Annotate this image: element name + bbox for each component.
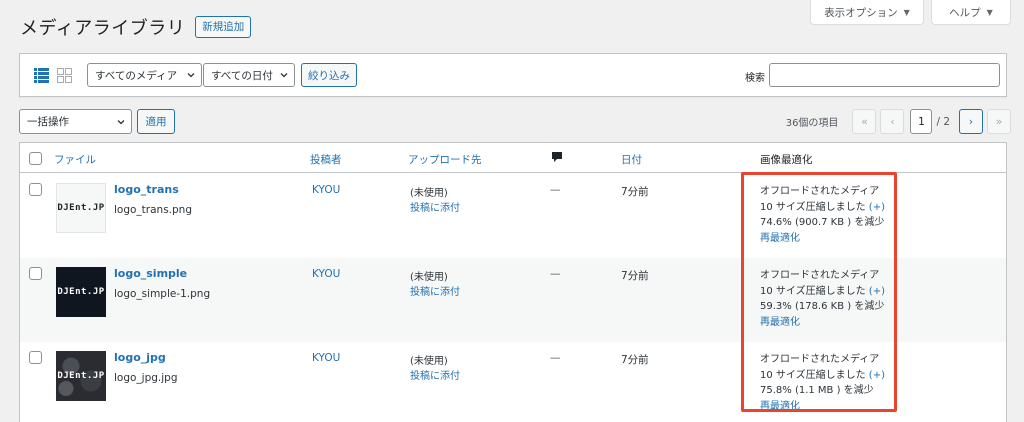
thumbnail-image[interactable]: DJEnt.JP xyxy=(56,351,106,401)
media-title-link[interactable]: logo_simple xyxy=(114,267,187,280)
savings-summary: 75.8% (1.1 MB ) を減少 xyxy=(760,385,874,396)
comment-count: — xyxy=(550,184,561,196)
offload-status: オフロードされたメディア xyxy=(760,270,880,281)
savings-summary: 59.3% (178.6 KB ) を減少 xyxy=(760,301,885,312)
screen-options-label: 表示オプション xyxy=(824,6,898,19)
search-input[interactable] xyxy=(769,63,1000,87)
bulk-action-select[interactable]: 一括操作 xyxy=(19,109,132,134)
media-filter-bar: すべてのメディア すべての日付 絞り込み 検索 xyxy=(19,53,1007,97)
author-link[interactable]: KYOU xyxy=(312,184,340,196)
offload-status: オフロードされたメディア xyxy=(760,186,880,197)
column-author[interactable]: 投稿者 xyxy=(310,152,342,167)
row-checkbox[interactable] xyxy=(29,351,42,364)
optimization-info: オフロードされたメディア 10 サイズ圧縮しました (+) 59.3% (178… xyxy=(760,268,920,330)
caret-down-icon: ▼ xyxy=(903,7,910,17)
date-select[interactable]: すべての日付 xyxy=(203,63,295,87)
savings-summary: 74.6% (900.7 KB ) を減少 xyxy=(760,217,885,228)
items-count: 36個の項目 xyxy=(785,118,839,129)
thumbnail-image[interactable]: DJEnt.JP xyxy=(56,267,106,317)
comment-icon[interactable] xyxy=(551,151,563,163)
last-page-button[interactable]: » xyxy=(987,109,1011,134)
media-filename: logo_trans.png xyxy=(114,204,192,216)
add-new-button[interactable]: 新規追加 xyxy=(195,16,252,38)
apply-button[interactable]: 適用 xyxy=(137,109,175,134)
thumbnail-logo-text: DJEnt.JP xyxy=(57,371,105,381)
media-type-select[interactable]: すべてのメディア xyxy=(87,63,202,87)
screen-options-button[interactable]: 表示オプション ▼ xyxy=(810,0,924,25)
filter-button[interactable]: 絞り込み xyxy=(301,63,357,87)
bulk-action-value: 一括操作 xyxy=(27,116,69,128)
uploaded-status: (未使用) xyxy=(410,356,448,367)
reoptimize-link[interactable]: 再最適化 xyxy=(760,315,920,331)
search-label: 検索 xyxy=(745,73,765,84)
prev-page-button[interactable]: ‹ xyxy=(880,109,905,134)
media-filename: logo_simple-1.png xyxy=(114,288,211,300)
upload-date: 7分前 xyxy=(621,270,649,282)
details-toggle-link[interactable]: (+) xyxy=(869,286,885,297)
chevron-down-icon xyxy=(187,73,195,78)
table-row: DJEnt.JP logo_simple logo_simple-1.png K… xyxy=(20,258,1006,342)
author-link[interactable]: KYOU xyxy=(312,352,340,364)
media-type-value: すべてのメディア xyxy=(95,69,178,82)
column-file[interactable]: ファイル xyxy=(54,152,96,167)
reoptimize-link[interactable]: 再最適化 xyxy=(760,399,920,415)
chevron-down-icon xyxy=(280,73,288,78)
attach-to-post-link[interactable]: 投稿に添付 xyxy=(410,283,460,298)
media-title-link[interactable]: logo_trans xyxy=(114,183,179,196)
compression-summary: 10 サイズ圧縮しました xyxy=(760,369,866,381)
row-checkbox[interactable] xyxy=(29,183,42,196)
author-link[interactable]: KYOU xyxy=(312,268,340,280)
uploaded-status: (未使用) xyxy=(410,188,448,199)
details-toggle-link[interactable]: (+) xyxy=(869,202,885,213)
details-toggle-link[interactable]: (+) xyxy=(869,370,885,381)
current-page-input[interactable]: 1 xyxy=(910,109,933,134)
comment-count: — xyxy=(550,268,561,280)
column-optimization: 画像最適化 xyxy=(760,154,813,166)
help-button[interactable]: ヘルプ ▼ xyxy=(931,0,1011,25)
grid-view-icon[interactable] xyxy=(57,68,72,83)
compression-summary: 10 サイズ圧縮しました xyxy=(760,201,866,213)
table-row: DJEnt.JP logo_trans logo_trans.png KYOU … xyxy=(20,174,1006,258)
uploaded-status: (未使用) xyxy=(410,272,448,283)
column-uploaded-to[interactable]: アップロード先 xyxy=(408,152,482,167)
table-header: ファイル 投稿者 アップロード先 日付 画像最適化 xyxy=(20,143,1006,173)
offload-status: オフロードされたメディア xyxy=(760,354,880,365)
media-filename: logo_jpg.jpg xyxy=(114,372,178,384)
attach-to-post-link[interactable]: 投稿に添付 xyxy=(410,367,460,382)
pagination: 36個の項目 « ‹ 1 / 2 › » xyxy=(786,109,1011,134)
date-value: すべての日付 xyxy=(211,69,273,82)
help-label: ヘルプ xyxy=(949,6,981,19)
page-heading: メディアライブラリ 新規追加 xyxy=(20,14,252,40)
column-date[interactable]: 日付 xyxy=(621,152,642,167)
optimization-info: オフロードされたメディア 10 サイズ圧縮しました (+) 75.8% (1.1… xyxy=(760,352,920,414)
media-table: ファイル 投稿者 アップロード先 日付 画像最適化 DJEnt.JP logo_… xyxy=(19,142,1007,422)
compression-summary: 10 サイズ圧縮しました xyxy=(760,285,866,297)
comment-count: — xyxy=(550,352,561,364)
reoptimize-link[interactable]: 再最適化 xyxy=(760,231,920,247)
screen-meta: 表示オプション ▼ ヘルプ ▼ xyxy=(810,0,1011,25)
upload-date: 7分前 xyxy=(621,186,649,198)
list-view-icon[interactable] xyxy=(34,68,49,83)
first-page-button[interactable]: « xyxy=(852,109,877,134)
table-row: DJEnt.JP logo_jpg logo_jpg.jpg KYOU (未使用… xyxy=(20,342,1006,422)
optimization-info: オフロードされたメディア 10 サイズ圧縮しました (+) 74.6% (900… xyxy=(760,184,920,246)
thumbnail-logo-text: DJEnt.JP xyxy=(57,203,105,213)
upload-date: 7分前 xyxy=(621,354,649,366)
caret-down-icon: ▼ xyxy=(986,7,993,17)
row-checkbox[interactable] xyxy=(29,267,42,280)
thumbnail-image[interactable]: DJEnt.JP xyxy=(56,183,106,233)
next-page-button[interactable]: › xyxy=(959,109,983,134)
total-pages: / 2 xyxy=(936,115,950,128)
select-all-checkbox[interactable] xyxy=(29,152,42,165)
media-title-link[interactable]: logo_jpg xyxy=(114,351,166,364)
attach-to-post-link[interactable]: 投稿に添付 xyxy=(410,199,460,214)
chevron-down-icon xyxy=(117,120,125,125)
page-title: メディアライブラリ xyxy=(20,18,186,39)
thumbnail-logo-text: DJEnt.JP xyxy=(57,287,105,297)
